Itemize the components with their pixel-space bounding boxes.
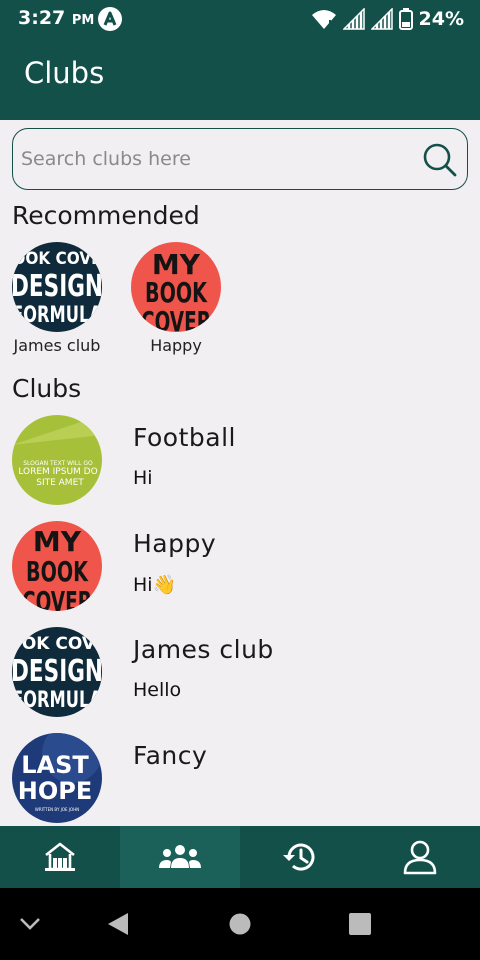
sys-chevron-button[interactable] <box>0 888 60 960</box>
nav-profile[interactable] <box>360 826 480 888</box>
home-icon <box>45 842 75 871</box>
app-bar: Clubs <box>0 38 480 120</box>
club-list-item-happy[interactable]: MY BOOK COVER Happy Hi👋 <box>12 521 468 621</box>
recommended-item-happy[interactable]: MY BOOK COVER Happy <box>121 242 231 355</box>
status-time-ampm: PM <box>71 13 95 28</box>
nav-history[interactable] <box>240 826 360 888</box>
cover-text: FORMULA <box>12 688 102 713</box>
signal-icon <box>342 8 365 30</box>
cover-text: MY <box>33 525 82 558</box>
status-time-value: 3:27 <box>18 7 66 29</box>
bottom-navigation <box>0 826 480 888</box>
club-cover-avatar: LAST HOPE WRITTEN BY JOE JOHN <box>12 733 102 823</box>
nav-home[interactable] <box>0 826 120 888</box>
cover-text: SITE AMET <box>36 478 84 488</box>
search-box[interactable] <box>12 128 468 190</box>
recommended-item-label: James club <box>13 336 101 355</box>
club-cover-avatar: MY BOOK COVER <box>131 242 221 332</box>
club-name: James club <box>133 635 274 664</box>
search-input[interactable] <box>21 141 411 177</box>
cover-text: FORMULA <box>12 303 102 328</box>
cover-text: DESIGN <box>12 269 102 304</box>
club-last-message: Hello <box>133 679 182 701</box>
status-icons: 24% <box>311 6 464 32</box>
system-navigation-bar <box>0 888 480 960</box>
club-name: Fancy <box>133 741 208 770</box>
cover-text: COVER <box>141 305 211 332</box>
clubs-heading: Clubs <box>12 374 82 403</box>
app-notification-icon <box>98 7 122 31</box>
wifi-icon <box>311 10 336 29</box>
club-cover-avatar: MY BOOK COVER <box>12 521 102 611</box>
sys-back-button[interactable] <box>88 888 148 960</box>
cover-text: WRITTEN BY JOE JOHN <box>35 807 79 812</box>
search-icon[interactable] <box>421 141 459 179</box>
cover-text: DESIGN <box>12 654 102 689</box>
recommended-item-label: Happy <box>150 336 202 355</box>
club-last-message: Hi <box>133 467 153 489</box>
recommended-item-james-club[interactable]: OOK COVE DESIGN FORMULA James club <box>2 242 112 355</box>
club-name: Football <box>133 423 236 452</box>
home-circle-icon <box>229 913 251 935</box>
cover-text: LOREM IPSUM DO <box>18 467 97 477</box>
battery-icon <box>398 8 413 30</box>
cover-text: COVER <box>22 585 92 611</box>
sys-recents-button[interactable] <box>330 888 390 960</box>
club-list-item-james-club[interactable]: OOK COVE DESIGN FORMULA James club Hello <box>12 627 468 727</box>
profile-icon <box>403 840 437 875</box>
cover-text: SLOGAN TEXT WILL GO <box>23 460 93 467</box>
club-name: Happy <box>133 529 217 558</box>
club-last-message: Hi👋 <box>133 574 177 596</box>
status-time: 3:27 PM <box>18 7 94 29</box>
nav-clubs[interactable] <box>120 826 240 888</box>
recents-icon <box>349 913 371 935</box>
cover-text: BOOK <box>26 555 89 588</box>
cover-text: HOPE <box>18 777 92 805</box>
group-icon <box>159 845 201 868</box>
battery-percent: 24% <box>418 8 464 30</box>
status-bar: 3:27 PM 24% <box>0 0 480 38</box>
club-list-item-fancy[interactable]: LAST HOPE WRITTEN BY JOE JOHN Fancy <box>12 733 468 833</box>
page-title: Clubs <box>24 56 105 90</box>
back-icon <box>108 913 128 935</box>
sys-home-button[interactable] <box>210 888 270 960</box>
cover-text: LAST <box>21 751 89 779</box>
club-cover-avatar: OOK COVE DESIGN FORMULA <box>12 242 102 332</box>
club-list-item-football[interactable]: SLOGAN TEXT WILL GO LOREM IPSUM DO SITE … <box>12 415 468 515</box>
recommended-heading: Recommended <box>12 201 200 230</box>
cover-text: OOK COVE <box>12 634 102 654</box>
club-cover-avatar: OOK COVE DESIGN FORMULA <box>12 627 102 717</box>
cover-text: OOK COVE <box>12 249 101 269</box>
signal-icon <box>370 8 393 30</box>
club-cover-avatar: SLOGAN TEXT WILL GO LOREM IPSUM DO SITE … <box>12 415 102 505</box>
chevron-down-icon <box>20 918 40 930</box>
history-icon <box>283 843 315 871</box>
